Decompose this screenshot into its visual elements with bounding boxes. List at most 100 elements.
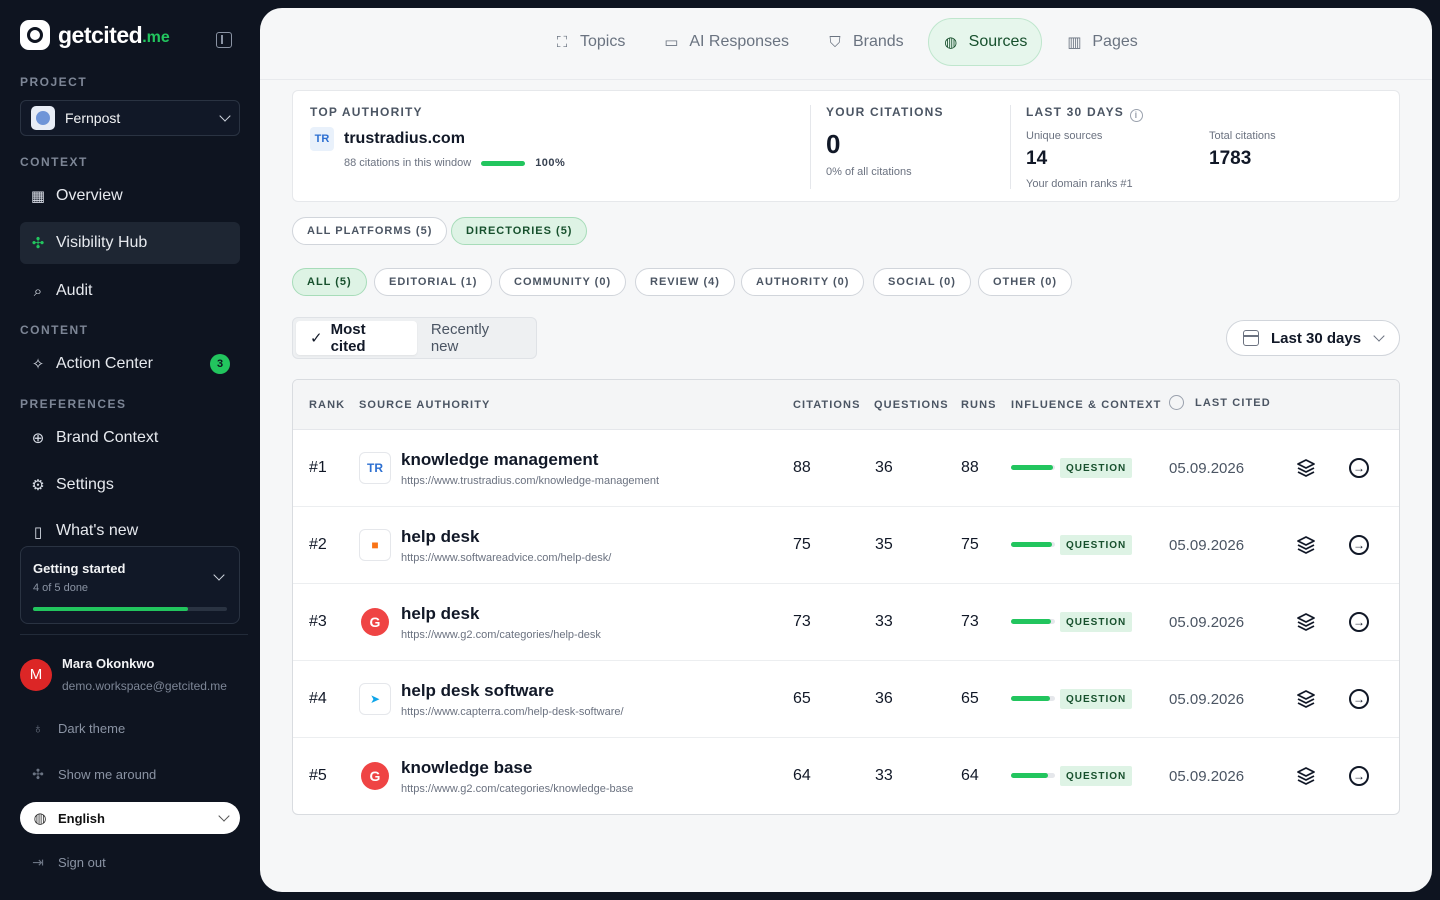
layers-icon[interactable]: [1295, 688, 1317, 710]
sidebar-item-action-center[interactable]: ✧ Action Center 3: [20, 343, 240, 385]
divider: [1010, 105, 1011, 189]
top-domain[interactable]: trustradius.com: [344, 130, 465, 148]
sidebar-item-visibility-hub[interactable]: ✣ Visibility Hub: [20, 222, 240, 264]
your-citations-sub: 0% of all citations: [826, 166, 912, 178]
row-questions: 36: [875, 459, 893, 476]
row-runs: 88: [961, 459, 979, 476]
filter-directories[interactable]: DIRECTORIES (5): [451, 217, 588, 245]
sidebar-item-label: Action Center: [56, 355, 153, 372]
filter-type-editorial[interactable]: EDITORIAL (1): [374, 268, 493, 296]
row-title[interactable]: help desk: [401, 604, 479, 624]
grid-icon: ▦: [30, 188, 46, 205]
filter-type-other[interactable]: OTHER (0): [978, 268, 1072, 296]
tab-topics[interactable]: ⛶ Topics: [540, 18, 639, 66]
filter-all-platforms[interactable]: ALL PLATFORMS (5): [292, 217, 448, 245]
top-authority: TOP AUTHORITY TR trustradius.com 88 cita…: [310, 105, 565, 169]
th-citations[interactable]: CITATIONS: [793, 399, 861, 411]
filter-type-review[interactable]: REVIEW (4): [635, 268, 735, 296]
arrow-right-circle-icon[interactable]: →: [1348, 534, 1370, 556]
table-row[interactable]: #5 G knowledge base https://www.g2.com/c…: [293, 738, 1399, 814]
show-me-around-link[interactable]: ✣ Show me around: [30, 766, 156, 782]
filter-type-community[interactable]: COMMUNITY (0): [499, 268, 627, 296]
row-url[interactable]: https://www.softwareadvice.com/help-desk…: [401, 552, 611, 564]
row-url[interactable]: https://www.capterra.com/help-desk-softw…: [401, 706, 624, 718]
chevron-down-icon: [1373, 330, 1385, 342]
tab-label: Brands: [852, 33, 904, 50]
row-title[interactable]: help desk software: [401, 681, 554, 701]
tab-pages[interactable]: ▥ Pages: [1052, 18, 1151, 66]
sort-toggle: ✓ Most cited Recently new: [292, 317, 537, 359]
map-icon: ▥: [1067, 34, 1082, 51]
arrow-right-circle-icon[interactable]: →: [1348, 457, 1370, 479]
tab-brands[interactable]: ⛉ Brands: [813, 18, 918, 66]
chevron-down-icon: [219, 110, 231, 122]
table-row[interactable]: #2 ■ help desk https://www.softwareadvic…: [293, 507, 1399, 584]
softwareadvice-icon: ■: [359, 529, 391, 561]
row-title[interactable]: knowledge base: [401, 758, 532, 778]
table-row[interactable]: #1 TR knowledge management https://www.t…: [293, 430, 1399, 507]
sort-recently-new-button[interactable]: Recently new: [417, 321, 533, 355]
layers-icon[interactable]: [1295, 457, 1317, 479]
row-citations: 73: [793, 613, 811, 630]
row-title[interactable]: knowledge management: [401, 450, 598, 470]
dark-theme-toggle[interactable]: ♁ Dark theme: [30, 720, 125, 736]
filter-type-all[interactable]: ALL (5): [292, 268, 367, 296]
sidebar-item-whats-new[interactable]: ▯ What's new: [20, 510, 240, 540]
logo[interactable]: getcited .me: [20, 20, 170, 50]
capterra-icon: ➤: [359, 683, 391, 715]
sidebar-item-audit[interactable]: ⌕ Audit: [20, 270, 240, 312]
row-url[interactable]: https://www.g2.com/categories/knowledge-…: [401, 783, 633, 795]
project-select[interactable]: Fernpost: [20, 100, 240, 136]
arrow-right-circle-icon[interactable]: →: [1348, 765, 1370, 787]
date-range-value: Last 30 days: [1271, 329, 1362, 347]
row-title[interactable]: help desk: [401, 527, 479, 547]
sign-out-link[interactable]: ⇥ Sign out: [30, 854, 106, 870]
row-last-cited: 05.09.2026: [1169, 537, 1245, 554]
getting-started-card[interactable]: Getting started 4 of 5 done: [20, 546, 240, 624]
info-icon[interactable]: i: [1129, 108, 1143, 122]
table-row[interactable]: #4 ➤ help desk software https://www.capt…: [293, 661, 1399, 738]
sidebar-item-label: Audit: [56, 282, 93, 299]
filter-type-authority[interactable]: AUTHORITY (0): [741, 268, 865, 296]
layers-icon[interactable]: [1295, 765, 1317, 787]
brand-tld: .me: [142, 29, 170, 46]
row-url[interactable]: https://www.g2.com/categories/help-desk: [401, 629, 601, 641]
table-row[interactable]: #3 G help desk https://www.g2.com/catego…: [293, 584, 1399, 661]
filter-type-social[interactable]: SOCIAL (0): [873, 268, 971, 296]
user-profile[interactable]: M Mara Okonkwo demo.workspace@getcited.m…: [20, 656, 227, 693]
row-rank: #5: [309, 767, 327, 784]
th-rank[interactable]: RANK: [309, 399, 345, 411]
th-last-cited[interactable]: LAST CITED: [1195, 397, 1271, 409]
th-questions[interactable]: QUESTIONS: [874, 399, 949, 411]
collapse-sidebar-icon[interactable]: [216, 32, 232, 48]
th-influence[interactable]: INFLUENCE & CONTEXT: [1011, 399, 1161, 411]
date-range-select[interactable]: Last 30 days: [1226, 320, 1400, 356]
language-select[interactable]: ◍ English: [20, 802, 240, 834]
check-icon: ✓: [310, 330, 323, 347]
calendar-icon: [1243, 330, 1259, 346]
context-badge: QUESTION: [1060, 612, 1133, 632]
plus-circle-icon: ⊕: [31, 430, 45, 447]
getting-started-progress-bar: [33, 607, 227, 611]
sign-out-icon: ⇥: [32, 853, 44, 870]
sort-label: Most cited: [330, 321, 366, 355]
tab-ai-responses[interactable]: ▭ AI Responses: [649, 18, 803, 66]
sidebar-item-settings[interactable]: ⚙ Settings: [20, 464, 240, 506]
sidebar-item-brand-context[interactable]: ⊕ Brand Context: [20, 417, 240, 459]
tab-label: Pages: [1092, 33, 1138, 50]
layers-icon[interactable]: [1295, 534, 1317, 556]
layers-icon[interactable]: [1295, 611, 1317, 633]
th-source[interactable]: SOURCE AUTHORITY: [359, 399, 490, 411]
tab-sources[interactable]: ◍ Sources: [927, 18, 1043, 66]
arrow-right-circle-icon[interactable]: →: [1348, 611, 1370, 633]
arrow-right-circle-icon[interactable]: →: [1348, 688, 1370, 710]
document-icon: ▯: [33, 524, 43, 540]
sort-most-cited-button[interactable]: ✓ Most cited: [296, 321, 417, 355]
th-runs[interactable]: RUNS: [961, 399, 997, 411]
tab-label: Topics: [580, 33, 626, 50]
avatar: M: [20, 658, 52, 691]
row-runs: 75: [961, 536, 979, 553]
domain-rank: Your domain ranks #1: [1026, 177, 1133, 190]
sidebar-item-overview[interactable]: ▦ Overview: [20, 175, 240, 217]
row-url[interactable]: https://www.trustradius.com/knowledge-ma…: [401, 475, 659, 487]
